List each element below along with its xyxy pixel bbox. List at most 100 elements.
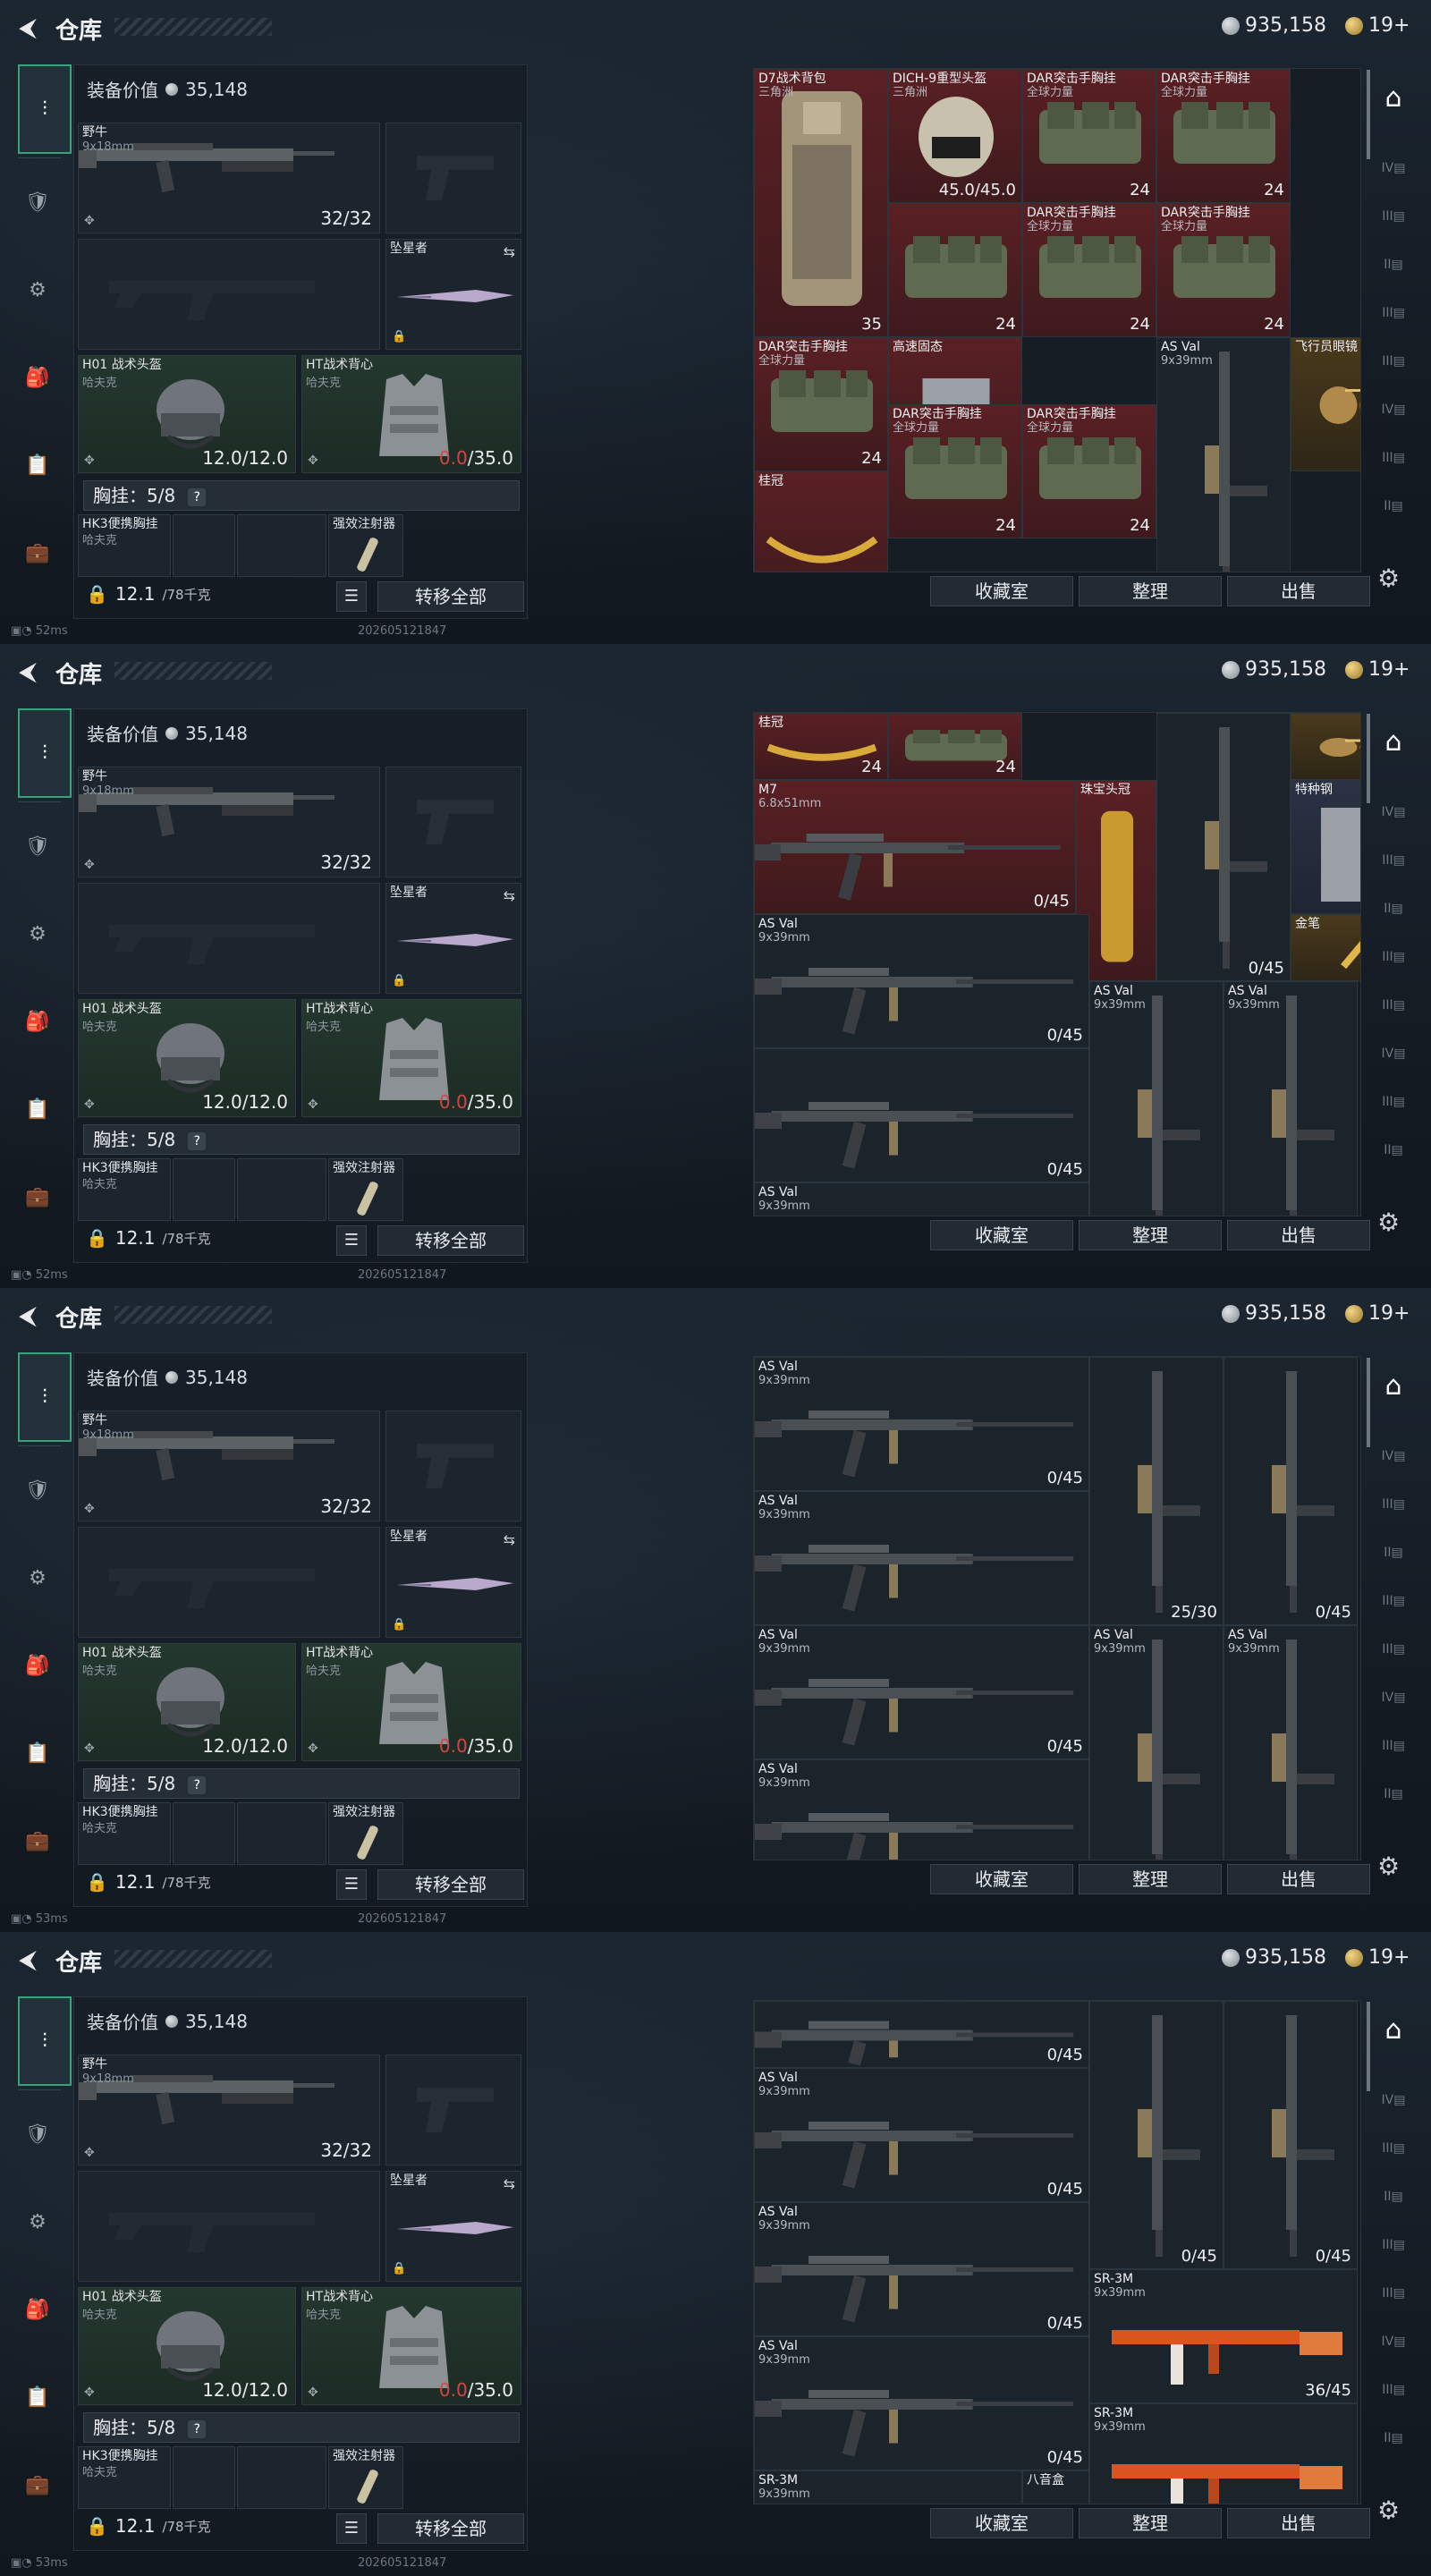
- stash-home-icon[interactable]: ⌂: [1374, 82, 1413, 114]
- stash-item[interactable]: AS Val 9x39mm: [1089, 1625, 1224, 1860]
- stash-item[interactable]: 0/45: [1224, 2001, 1358, 2269]
- stash-item[interactable]: AS Val 9x39mm: [754, 1182, 1089, 1216]
- stash-tab-8[interactable]: II▤: [1374, 1134, 1413, 1166]
- helmet-slot[interactable]: H01 战术头盔 哈夫克 ✥ 12.0/12.0: [78, 355, 296, 473]
- stash-item[interactable]: 八音盒: [1022, 2470, 1089, 2504]
- nav-briefcase-icon[interactable]: 💼: [16, 1819, 59, 1862]
- nav-armor-icon[interactable]: 🛡: [16, 1469, 59, 1512]
- chest-rig-bar[interactable]: 胸挂：5/8?: [83, 1124, 520, 1155]
- stash-tab-5[interactable]: III▤: [1374, 2277, 1413, 2309]
- stash-item[interactable]: 0/45: [754, 2001, 1089, 2068]
- nav-rig-icon[interactable]: ⚙: [16, 2200, 59, 2243]
- sort-button[interactable]: 整理: [1079, 576, 1222, 606]
- nav-armor-icon[interactable]: 🛡: [16, 2113, 59, 2156]
- stash-item[interactable]: SR-3M 9x39mm: [1089, 2403, 1358, 2504]
- pistol-slot-empty[interactable]: [385, 767, 521, 877]
- gear-icon[interactable]: ⚙: [1377, 1852, 1400, 1881]
- nav-briefcase-icon[interactable]: 💼: [16, 1175, 59, 1218]
- stash-item[interactable]: AS Val 9x39mm: [754, 1759, 1089, 1860]
- nav-gun-icon[interactable]: ⫶: [18, 1352, 72, 1442]
- pistol-slot-empty[interactable]: [385, 2055, 521, 2165]
- stash-home-icon[interactable]: ⌂: [1374, 1370, 1413, 1402]
- nav-backpack-icon[interactable]: 🎒: [16, 2288, 59, 2331]
- sort-button[interactable]: 整理: [1079, 1220, 1222, 1250]
- stash-item[interactable]: DAR突击手胸挂 全球力量 24: [888, 404, 1022, 538]
- nav-backpack-icon[interactable]: 🎒: [16, 356, 59, 399]
- pistol-slot-empty[interactable]: [385, 123, 521, 233]
- armor-slot[interactable]: HT战术背心 哈夫克 ✥ 0.0/35.0: [301, 2287, 521, 2405]
- helmet-slot[interactable]: H01 战术头盔 哈夫克 ✥ 12.0/12.0: [78, 2287, 296, 2405]
- nav-briefcase-icon[interactable]: 💼: [16, 531, 59, 574]
- rig-slot-empty[interactable]: [237, 2446, 326, 2509]
- sell-button[interactable]: 出售: [1227, 1220, 1370, 1250]
- stash-home-icon[interactable]: ⌂: [1374, 2014, 1413, 2046]
- stash-tab-2[interactable]: II▤: [1374, 2181, 1413, 2213]
- melee-slot[interactable]: 坠星者 ⇆ 🔒: [385, 1527, 521, 1638]
- stash-item[interactable]: 0/45: [1089, 2001, 1224, 2269]
- rig-slot-empty[interactable]: [237, 1802, 326, 1865]
- injector-slot[interactable]: 强效注射器: [328, 1802, 403, 1865]
- stash-item[interactable]: AS Val 9x39mm: [1156, 337, 1291, 572]
- rig-item-slot[interactable]: HK3便携胸挂 哈夫克: [78, 2446, 171, 2509]
- list-icon[interactable]: ☰: [336, 1225, 367, 1256]
- nav-rig-icon[interactable]: ⚙: [16, 268, 59, 311]
- stash-tab-3[interactable]: III▤: [1374, 200, 1413, 233]
- stash-item[interactable]: [1291, 713, 1360, 780]
- stash-item[interactable]: 24: [888, 203, 1022, 337]
- stash-item[interactable]: 0/45: [1224, 1357, 1358, 1625]
- secondary-weapon-slot-empty[interactable]: [78, 1527, 380, 1638]
- stash-tab-2[interactable]: II▤: [1374, 893, 1413, 925]
- melee-slot[interactable]: 坠星者 ⇆ 🔒: [385, 883, 521, 994]
- stash-item[interactable]: 特种钢: [1291, 780, 1360, 914]
- stash-tab-5[interactable]: III▤: [1374, 345, 1413, 377]
- stash-tab-7[interactable]: III▤: [1374, 1086, 1413, 1118]
- stash-tab-4[interactable]: IV▤: [1374, 1440, 1413, 1472]
- stash-tab-6[interactable]: IV▤: [1374, 394, 1413, 426]
- stash-item[interactable]: M7 6.8x51mm 0/45: [754, 780, 1076, 914]
- sell-button[interactable]: 出售: [1227, 1864, 1370, 1894]
- secondary-weapon-slot-empty[interactable]: [78, 2171, 380, 2282]
- armor-slot[interactable]: HT战术背心 哈夫克 ✥ 0.0/35.0: [301, 1643, 521, 1761]
- rig-slot-empty[interactable]: [237, 514, 326, 577]
- stash-item[interactable]: 桂冠 24: [754, 713, 888, 780]
- stash-item[interactable]: 0/45: [1156, 713, 1291, 981]
- transfer-all-button[interactable]: 转移全部: [377, 1869, 524, 1900]
- swap-icon[interactable]: ⇆: [504, 887, 515, 904]
- nav-rig-icon[interactable]: ⚙: [16, 912, 59, 955]
- stash-item[interactable]: 24: [888, 713, 1022, 780]
- pistol-slot-empty[interactable]: [385, 1411, 521, 1521]
- chest-rig-bar[interactable]: 胸挂：5/8?: [83, 480, 520, 511]
- stash-tab-6[interactable]: IV▤: [1374, 1682, 1413, 1714]
- collection-room-button[interactable]: 收藏室: [930, 1864, 1073, 1894]
- nav-armor-icon[interactable]: 🛡: [16, 825, 59, 868]
- stash-tab-6[interactable]: IV▤: [1374, 2326, 1413, 2358]
- nav-case-icon[interactable]: 📋: [16, 1732, 59, 1775]
- swap-icon[interactable]: ⇆: [504, 243, 515, 260]
- stash-tab-4[interactable]: IV▤: [1374, 796, 1413, 828]
- token-display[interactable]: 19+: [1345, 658, 1410, 681]
- sell-button[interactable]: 出售: [1227, 2508, 1370, 2538]
- nav-rig-icon[interactable]: ⚙: [16, 1556, 59, 1599]
- swap-icon[interactable]: ⇆: [504, 2175, 515, 2192]
- collection-room-button[interactable]: 收藏室: [930, 1220, 1073, 1250]
- stash-item[interactable]: DAR突击手胸挂 全球力量 24: [1022, 69, 1156, 203]
- melee-slot[interactable]: 坠星者 ⇆ 🔒: [385, 239, 521, 350]
- rig-item-slot[interactable]: HK3便携胸挂 哈夫克: [78, 514, 171, 577]
- rig-slot-empty[interactable]: [173, 1802, 235, 1865]
- stash-tab-3[interactable]: III▤: [1374, 844, 1413, 877]
- nav-gun-icon[interactable]: ⫶: [18, 64, 72, 154]
- rig-item-slot[interactable]: HK3便携胸挂 哈夫克: [78, 1802, 171, 1865]
- help-icon[interactable]: ?: [188, 2419, 207, 2438]
- stash-item[interactable]: AS Val 9x39mm 0/45: [754, 1357, 1089, 1491]
- stash-item[interactable]: SR-3M 9x39mm 36/45: [1089, 2269, 1358, 2403]
- list-icon[interactable]: ☰: [336, 2513, 367, 2544]
- stash-item[interactable]: AS Val 9x39mm: [1224, 1625, 1358, 1860]
- sell-button[interactable]: 出售: [1227, 576, 1370, 606]
- stash-tab-7[interactable]: III▤: [1374, 442, 1413, 474]
- helmet-slot[interactable]: H01 战术头盔 哈夫克 ✥ 12.0/12.0: [78, 1643, 296, 1761]
- rig-slot-empty[interactable]: [237, 1158, 326, 1221]
- nav-backpack-icon[interactable]: 🎒: [16, 1000, 59, 1043]
- nav-backpack-icon[interactable]: 🎒: [16, 1644, 59, 1687]
- rig-item-slot[interactable]: HK3便携胸挂 哈夫克: [78, 1158, 171, 1221]
- stash-tab-4[interactable]: IV▤: [1374, 2084, 1413, 2116]
